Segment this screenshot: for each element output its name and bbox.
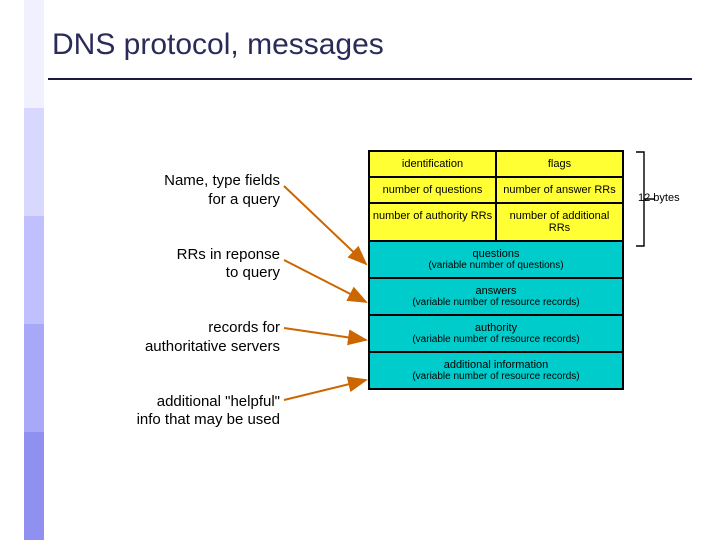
- cell-sub: (variable number of resource records): [374, 371, 618, 382]
- label-text: to query: [226, 264, 280, 281]
- label-authority: records for authoritative servers: [40, 319, 280, 357]
- cell-questions: questions (variable number of questions): [369, 241, 623, 278]
- header-row-3: number of authority RRs number of additi…: [369, 203, 623, 241]
- header-row-1: identification flags: [369, 151, 623, 177]
- label-text: Name, type fields: [164, 172, 280, 189]
- label-text: for a query: [208, 191, 280, 208]
- bracket-label: 12 bytes: [638, 192, 680, 204]
- label-text: info that may be used: [137, 411, 280, 428]
- cell-flags: flags: [496, 151, 623, 177]
- label-additional: additional "helpful" info that may be us…: [40, 393, 280, 431]
- cell-sub: (variable number of questions): [374, 260, 618, 271]
- cell-sub: (variable number of resource records): [374, 334, 618, 345]
- label-query: Name, type fields for a query: [40, 172, 280, 210]
- cell-title: additional information: [374, 359, 618, 371]
- cell-additional: additional information (variable number …: [369, 352, 623, 389]
- slide: DNS protocol, messages Name, type fields…: [0, 0, 720, 540]
- cell-num-answers: number of answer RRs: [496, 177, 623, 203]
- cell-title: answers: [374, 285, 618, 297]
- cell-num-authority: number of authority RRs: [369, 203, 496, 241]
- label-text: records for: [208, 319, 280, 336]
- cell-answers: answers (variable number of resource rec…: [369, 278, 623, 315]
- cell-identification: identification: [369, 151, 496, 177]
- label-answers: RRs in reponse to query: [40, 246, 280, 284]
- cell-num-questions: number of questions: [369, 177, 496, 203]
- label-text: additional "helpful": [157, 393, 280, 410]
- cell-num-additional: number of additional RRs: [496, 203, 623, 241]
- cell-title: questions: [374, 248, 618, 260]
- title-rule: [48, 78, 692, 80]
- dns-message-table: identification flags number of questions…: [368, 150, 624, 390]
- cell-sub: (variable number of resource records): [374, 297, 618, 308]
- cell-authority: authority (variable number of resource r…: [369, 315, 623, 352]
- label-text: authoritative servers: [145, 338, 280, 355]
- header-row-2: number of questions number of answer RRs: [369, 177, 623, 203]
- slide-title: DNS protocol, messages: [52, 28, 384, 62]
- cell-title: authority: [374, 322, 618, 334]
- left-labels: Name, type fields for a query RRs in rep…: [40, 172, 280, 466]
- label-text: RRs in reponse: [177, 246, 280, 263]
